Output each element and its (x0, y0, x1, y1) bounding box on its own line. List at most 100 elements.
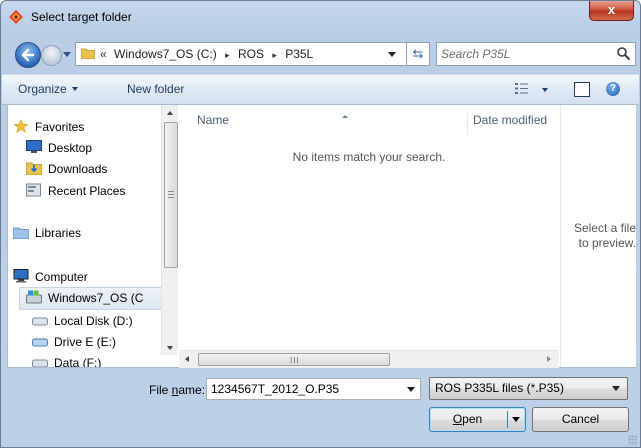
preview-message-line: to preview. (578, 236, 636, 250)
folder-icon (81, 48, 95, 59)
address-dropdown-icon[interactable] (388, 52, 396, 57)
open-button[interactable]: Open (429, 407, 526, 432)
scrollbar-thumb[interactable] (164, 122, 178, 268)
split-divider (507, 411, 508, 428)
address-bar[interactable]: « Windows7_OS (C:) ▸ ROS ▸ P35L (75, 42, 407, 66)
nav-item-favorites[interactable]: Favorites (13, 117, 153, 137)
breadcrumb-item[interactable]: Windows7_OS (C:) (114, 47, 217, 61)
file-type-select[interactable]: ROS P335L files (*.P35) (429, 377, 628, 400)
dialog-window: Select target folder x « Windows7_OS (C:… (0, 0, 641, 448)
desktop-icon (26, 140, 42, 153)
star-icon (13, 119, 29, 133)
column-header-label: Date modified (473, 113, 548, 127)
resize-grip-icon[interactable] (628, 435, 638, 445)
nav-item-recent-places[interactable]: Recent Places (26, 181, 156, 201)
file-type-value: ROS P335L files (*.P35) (435, 381, 564, 395)
nav-item-computer[interactable]: Computer (13, 267, 153, 287)
nav-vertical-scrollbar[interactable] (161, 105, 178, 355)
grip-line (168, 194, 174, 195)
file-name-input[interactable] (211, 381, 391, 396)
nav-item-libraries[interactable]: Libraries (13, 223, 153, 243)
column-header-name[interactable]: Name (197, 113, 457, 135)
search-input[interactable] (441, 46, 601, 62)
nav-item-desktop[interactable]: Desktop (26, 138, 156, 158)
file-name-label-part: File (149, 383, 172, 397)
chevron-down-icon (612, 386, 620, 391)
arrow-left-icon (21, 48, 35, 62)
scroll-left-icon[interactable] (185, 356, 189, 362)
organize-label: Organize (18, 82, 67, 96)
views-dropdown-icon[interactable] (542, 88, 548, 92)
preview-pane-button[interactable] (574, 82, 590, 97)
scroll-right-icon[interactable] (547, 356, 551, 362)
close-button[interactable]: x (589, 1, 634, 21)
address-row: « Windows7_OS (C:) ▸ ROS ▸ P35L ⇆ (1, 39, 640, 69)
drive-os-icon (26, 290, 42, 304)
nav-item-drive-e[interactable]: Drive E (E:) (32, 332, 160, 352)
nav-item-label: Downloads (48, 162, 108, 176)
file-horizontal-scrollbar[interactable]: III (179, 350, 559, 368)
file-name-label: File name: (149, 383, 205, 397)
command-bar: Organize New folder ? (2, 74, 639, 105)
help-icon[interactable]: ? (606, 82, 620, 96)
views-icon[interactable] (515, 83, 528, 94)
nav-item-label: Libraries (35, 226, 82, 240)
search-box[interactable] (436, 42, 636, 66)
file-name-combobox[interactable] (206, 378, 421, 400)
forward-button[interactable] (41, 45, 62, 66)
scrollbar-thumb[interactable]: III (198, 353, 390, 366)
nav-item-label: Computer (35, 270, 88, 284)
browser-area: Favorites Desktop Downloads Recent Place… (7, 104, 636, 368)
recent-pages-dropdown[interactable] (63, 52, 71, 57)
nav-item-windows7-os[interactable]: Windows7_OS (C (19, 287, 162, 310)
computer-icon (13, 269, 29, 283)
drive-icon (32, 317, 48, 326)
sort-ascending-icon (342, 115, 348, 118)
breadcrumb-item[interactable]: ROS (238, 47, 264, 61)
nav-item-label: Recent Places (48, 184, 126, 198)
title-bar[interactable]: Select target folder x (1, 1, 640, 33)
empty-message: No items match your search. (292, 150, 446, 164)
navigation-pane: Favorites Desktop Downloads Recent Place… (8, 105, 178, 367)
nav-item-label: Data (F:) (54, 356, 102, 367)
preview-message-line: Select a file (573, 221, 636, 235)
column-header-label: Name (197, 113, 230, 127)
chevron-down-icon[interactable] (407, 387, 415, 392)
breadcrumb-item[interactable]: P35L (285, 47, 313, 61)
drive-icon (32, 338, 48, 347)
column-header-date-modified[interactable]: Date modified (467, 113, 565, 135)
recent-places-icon (26, 183, 41, 197)
grip-icon: III (290, 356, 300, 365)
nav-item-data-f[interactable]: Data (F:) (32, 353, 160, 367)
breadcrumb-overflow[interactable]: « (100, 47, 107, 61)
nav-item-label: Favorites (35, 120, 85, 134)
nav-item-downloads[interactable]: Downloads (26, 159, 156, 179)
chevron-down-icon (71, 87, 78, 91)
window-title: Select target folder (31, 10, 132, 24)
cancel-button[interactable]: Cancel (532, 407, 629, 432)
open-dropdown-icon[interactable] (512, 417, 520, 422)
nav-item-label: Local Disk (D:) (54, 314, 133, 328)
refresh-icon: ⇆ (412, 46, 424, 61)
new-folder-button[interactable]: New folder (127, 82, 184, 96)
open-button-label: Open (430, 412, 505, 426)
nav-item-label: Windows7_OS (C (48, 291, 144, 305)
scroll-down-icon[interactable] (167, 346, 173, 350)
nav-item-local-disk-d[interactable]: Local Disk (D:) (32, 311, 160, 331)
breadcrumb-separator-icon[interactable]: ▸ (225, 50, 230, 60)
downloads-icon (26, 162, 42, 175)
breadcrumb-separator-icon[interactable]: ▸ (272, 50, 277, 60)
search-icon[interactable] (616, 46, 631, 61)
organize-button[interactable]: Organize (18, 82, 78, 96)
scroll-up-icon[interactable] (167, 111, 173, 115)
refresh-button[interactable]: ⇆ (407, 42, 430, 66)
close-icon: x (607, 2, 616, 17)
drive-icon (32, 359, 48, 367)
back-button[interactable] (15, 42, 41, 68)
libraries-icon (13, 227, 29, 239)
open-label-rest: pen (462, 412, 483, 426)
preview-pane: Select a file to preview. (560, 105, 636, 367)
preview-message: Select a file to preview. (574, 221, 636, 251)
app-icon (9, 10, 23, 24)
file-list-pane[interactable]: Name Date modified No items match your s… (179, 105, 559, 368)
